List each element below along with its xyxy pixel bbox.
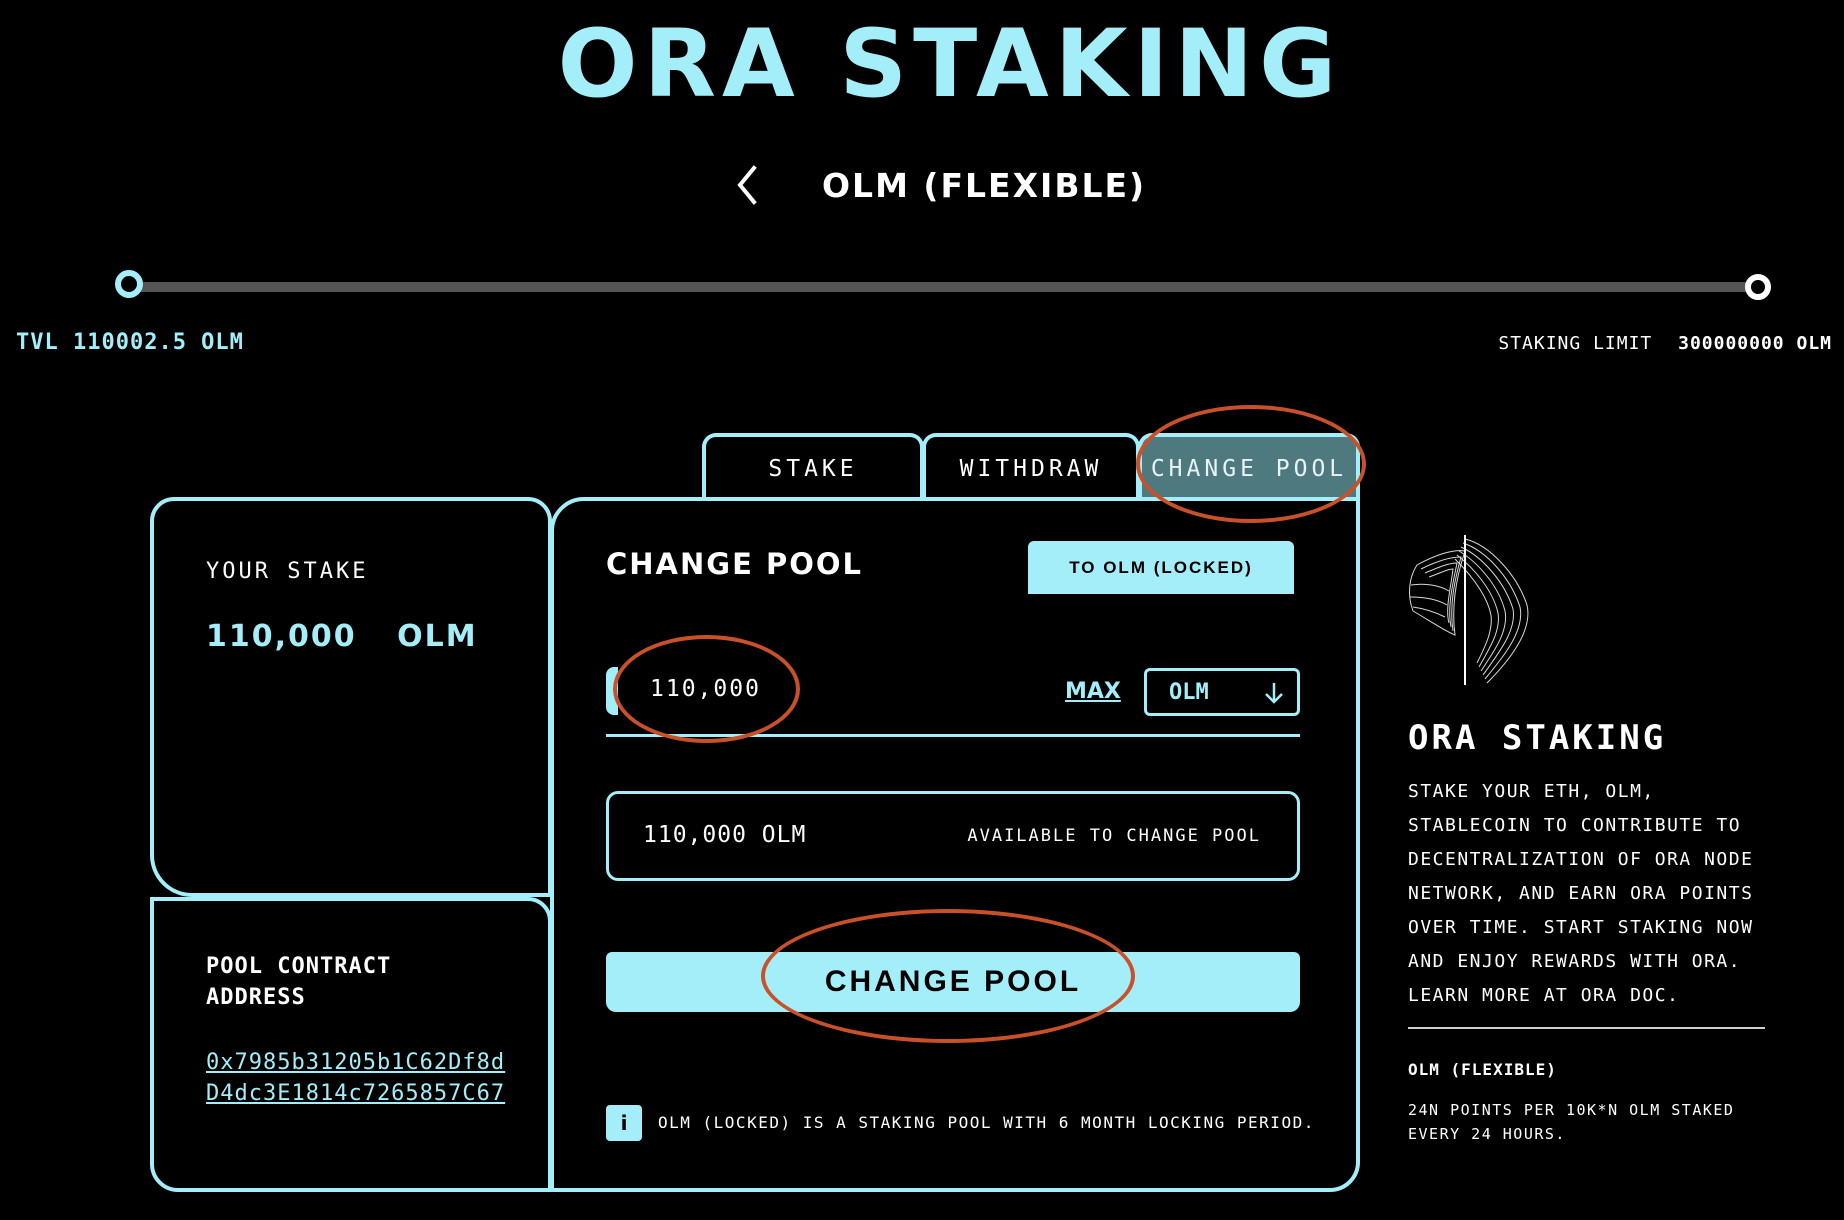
change-pool-button[interactable]: CHANGE POOL: [606, 952, 1300, 1012]
your-stake-label: YOUR STAKE: [206, 559, 369, 584]
sidebar-pool-name: OLM (FLEXIBLE): [1408, 1060, 1557, 1079]
info-icon: i: [606, 1105, 642, 1141]
progress-end-marker: [1745, 274, 1771, 300]
sidebar-points-text: 24N POINTS PER 10K*N OLM STAKED EVERY 24…: [1408, 1101, 1735, 1143]
page-title: ORA STAKING: [557, 10, 1343, 119]
pool-contract-label: POOL CONTRACT ADDRESS: [206, 954, 392, 1010]
available-label: AVAILABLE TO CHANGE POOL: [967, 826, 1261, 846]
arrow-down-icon: [1263, 681, 1285, 711]
token-select-value: OLM: [1169, 680, 1209, 705]
input-accent-tab: [606, 667, 618, 715]
change-pool-panel: CHANGE POOL TO OLM (LOCKED) MAX OLM 110,…: [550, 497, 1360, 1192]
progress-start-marker: [115, 270, 143, 298]
tab-change-pool[interactable]: CHANGE POOL: [1138, 433, 1360, 500]
tvl-label: TVL 110002.5 OLM: [16, 330, 244, 355]
sidebar-learn-more-link[interactable]: LEARN MORE AT ORA DOC.: [1408, 979, 1778, 1013]
tab-withdraw-label: WITHDRAW: [959, 455, 1103, 482]
tab-stake-label: STAKE: [768, 455, 858, 482]
sidebar-title: ORA STAKING: [1408, 718, 1667, 758]
max-button[interactable]: MAX: [1065, 679, 1121, 704]
your-stake-panel: YOUR STAKE 110,000 OLM: [150, 497, 552, 897]
available-amount: 110,000 OLM: [643, 822, 807, 848]
staking-limit-value: 300000000 OLM: [1678, 333, 1832, 354]
pool-title: OLM (FLEXIBLE): [822, 166, 1147, 205]
info-text: OLM (LOCKED) IS A STAKING POOL WITH 6 MO…: [658, 1113, 1315, 1132]
amount-input[interactable]: [648, 665, 952, 713]
amount-input-underline: [606, 734, 1300, 737]
token-select[interactable]: OLM: [1144, 668, 1300, 716]
change-pool-title: CHANGE POOL: [606, 547, 864, 581]
tvl-progress-track: [136, 282, 1758, 292]
pool-contract-panel: POOL CONTRACT ADDRESS 0x7985b31205b1C62D…: [150, 897, 552, 1192]
your-stake-amount: 110,000 OLM: [206, 619, 478, 654]
to-olm-locked-button[interactable]: TO OLM (LOCKED): [1028, 541, 1294, 594]
tab-withdraw[interactable]: WITHDRAW: [922, 433, 1140, 500]
staking-limit: STAKING LIMIT 300000000 OLM: [1498, 333, 1832, 354]
tab-change-pool-label: CHANGE POOL: [1150, 455, 1348, 482]
your-stake-number: 110,000: [206, 619, 357, 654]
pool-contract-address-link[interactable]: 0x7985b31205b1C62Df8dD4dc3E1814c7265857C…: [206, 1047, 506, 1109]
tab-stake[interactable]: STAKE: [702, 433, 924, 500]
sidebar-divider: [1408, 1027, 1765, 1029]
sidebar-description: STAKE YOUR ETH, OLM, STABLECOIN TO CONTR…: [1408, 781, 1754, 972]
staking-limit-label: STAKING LIMIT: [1498, 333, 1653, 354]
ora-logo-image: [1405, 535, 1535, 685]
back-chevron-icon[interactable]: [728, 160, 768, 210]
your-stake-token: OLM: [397, 619, 478, 654]
available-box: 110,000 OLM AVAILABLE TO CHANGE POOL: [606, 791, 1300, 881]
